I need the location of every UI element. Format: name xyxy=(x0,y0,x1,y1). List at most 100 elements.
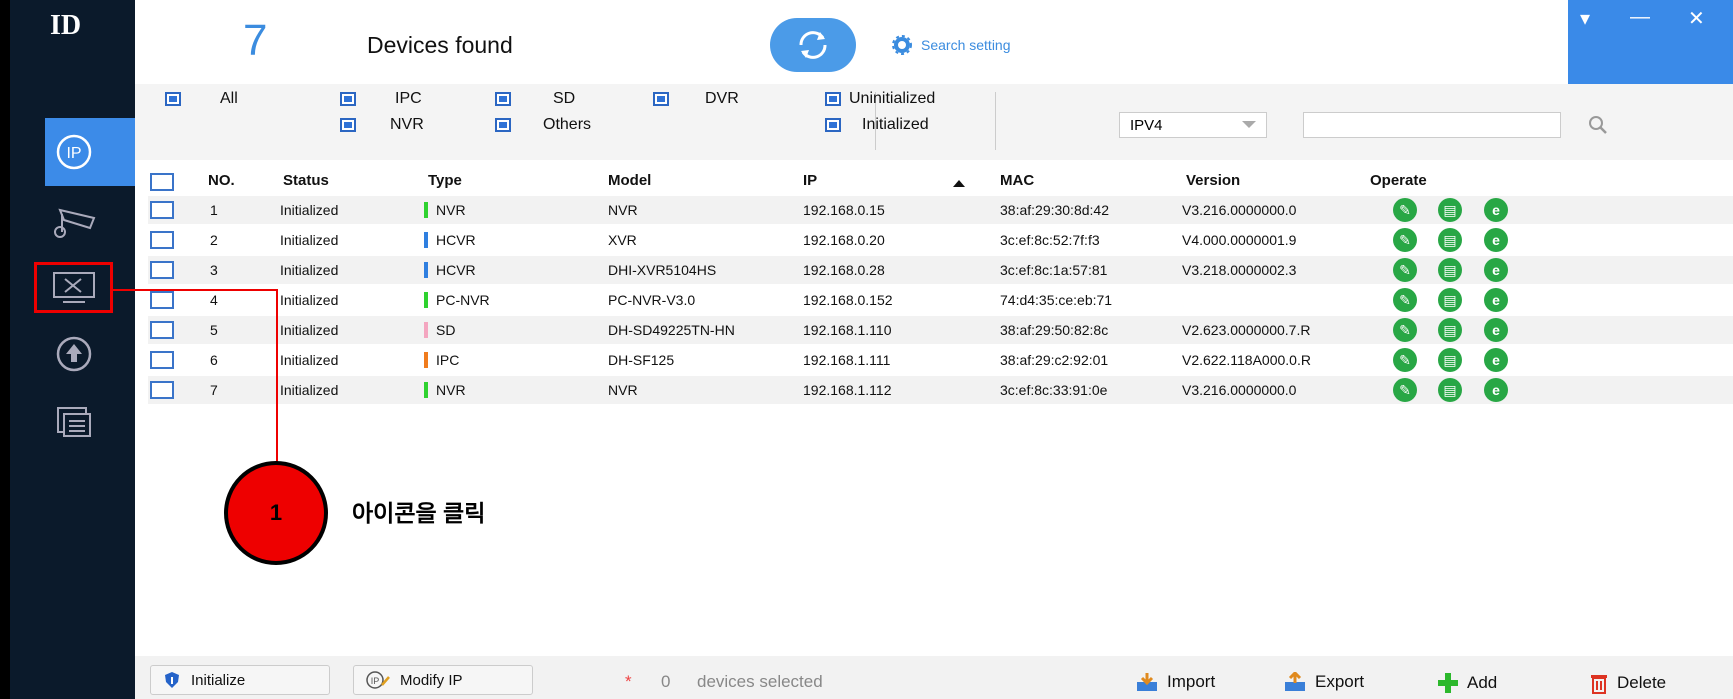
type-color-marker xyxy=(424,382,428,398)
filter-nvr-checkbox[interactable] xyxy=(340,118,356,132)
sort-ascending-icon[interactable] xyxy=(953,180,965,187)
web-browser-icon[interactable]: e xyxy=(1484,258,1508,282)
add-button[interactable]: Add xyxy=(1437,672,1497,694)
row-mac: 38:af:29:c2:92:01 xyxy=(1000,352,1109,368)
details-icon[interactable]: ▤ xyxy=(1438,198,1462,222)
table-row[interactable]: 7 Initialized NVR NVR 192.168.1.112 3c:ef:8c:… xyxy=(148,376,1733,404)
close-icon[interactable]: ✕ xyxy=(1688,6,1705,31)
row-status: Initialized xyxy=(280,352,339,368)
row-type-label: PC-NVR xyxy=(436,292,490,308)
filter-uninitialized-checkbox[interactable] xyxy=(825,92,841,106)
sidebar-item-camera-settings[interactable] xyxy=(48,200,100,244)
sidebar-item-ip[interactable]: IP xyxy=(48,130,100,174)
row-type: IPC xyxy=(424,352,459,368)
import-button[interactable]: Import xyxy=(1135,672,1215,692)
row-mac: 38:af:29:50:82:8c xyxy=(1000,322,1109,338)
col-version[interactable]: Version xyxy=(1186,172,1240,189)
web-browser-icon[interactable]: e xyxy=(1484,378,1508,402)
filter-dvr-checkbox[interactable] xyxy=(653,92,669,106)
row-checkbox[interactable] xyxy=(150,321,174,339)
search-setting-label: Search setting xyxy=(921,37,1011,53)
edit-icon[interactable]: ✎ xyxy=(1393,378,1417,402)
annotation-connector-vertical xyxy=(276,289,278,469)
search-input[interactable] xyxy=(1303,112,1561,138)
row-status: Initialized xyxy=(280,322,339,338)
delete-button[interactable]: Delete xyxy=(1589,672,1666,694)
edit-icon[interactable]: ✎ xyxy=(1393,258,1417,282)
filter-ipc-checkbox[interactable] xyxy=(340,92,356,106)
web-browser-icon[interactable]: e xyxy=(1484,288,1508,312)
trash-icon xyxy=(1591,675,1607,694)
initialize-button[interactable]: Initialize xyxy=(150,665,330,695)
edit-icon[interactable]: ✎ xyxy=(1393,198,1417,222)
annotation-step-number: 1 xyxy=(269,500,283,525)
col-model[interactable]: Model xyxy=(608,172,651,189)
sidebar-item-upgrade[interactable] xyxy=(48,332,100,376)
col-no[interactable]: NO. xyxy=(208,172,235,189)
shield-icon xyxy=(165,672,179,688)
edit-icon[interactable]: ✎ xyxy=(1393,228,1417,252)
row-type: HCVR xyxy=(424,232,476,248)
window-controls: ▾ — ✕ xyxy=(1568,0,1733,84)
table-row[interactable]: 5 Initialized SD DH-SD49225TN-HN 192.168.1.1… xyxy=(148,316,1733,344)
row-checkbox[interactable] xyxy=(150,231,174,249)
col-mac[interactable]: MAC xyxy=(1000,172,1034,189)
row-type: HCVR xyxy=(424,262,476,278)
search-setting-link[interactable]: Search setting xyxy=(891,34,1011,56)
table-row[interactable]: 4 Initialized PC-NVR PC-NVR-V3.0 192.168.0.1… xyxy=(148,286,1733,314)
filter-all-checkbox[interactable] xyxy=(165,92,181,106)
table-row[interactable]: 2 Initialized HCVR XVR 192.168.0.20 3c:ef:8c:… xyxy=(148,226,1733,254)
row-checkbox[interactable] xyxy=(150,291,174,309)
details-icon[interactable]: ▤ xyxy=(1438,258,1462,282)
modify-ip-button[interactable]: IP Modify IP xyxy=(353,665,533,695)
col-ip[interactable]: IP xyxy=(803,172,817,189)
edit-icon[interactable]: ✎ xyxy=(1393,318,1417,342)
minimize-icon[interactable]: — xyxy=(1630,6,1650,29)
row-model: XVR xyxy=(608,232,637,248)
row-checkbox[interactable] xyxy=(150,201,174,219)
type-color-marker xyxy=(424,322,428,338)
ip-version-select[interactable]: IPV4 xyxy=(1119,112,1267,138)
row-ip: 192.168.1.110 xyxy=(803,322,892,338)
select-all-checkbox[interactable] xyxy=(150,173,174,191)
row-no: 7 xyxy=(210,382,218,398)
type-color-marker xyxy=(424,262,428,278)
table-row[interactable]: 3 Initialized HCVR DHI-XVR5104HS 192.168.0.2… xyxy=(148,256,1733,284)
export-button[interactable]: Export xyxy=(1283,672,1364,692)
row-no: 6 xyxy=(210,352,218,368)
filter-bar: All IPC SD DVR NVR Others Uninitialized … xyxy=(135,84,1733,160)
export-icon xyxy=(1285,672,1305,691)
edit-icon[interactable]: ✎ xyxy=(1393,288,1417,312)
window-edge xyxy=(0,0,10,699)
table-row[interactable]: 6 Initialized IPC DH-SF125 192.168.1.111 38:a… xyxy=(148,346,1733,374)
row-checkbox[interactable] xyxy=(150,261,174,279)
filter-initialized-checkbox[interactable] xyxy=(825,118,841,132)
filter-others-checkbox[interactable] xyxy=(495,118,511,132)
table-row[interactable]: 1 Initialized NVR NVR 192.168.0.15 38:af:29:3… xyxy=(148,196,1733,224)
refresh-icon xyxy=(799,31,827,59)
filter-sd-checkbox[interactable] xyxy=(495,92,511,106)
filter-all-label: All xyxy=(220,90,238,107)
row-type-label: IPC xyxy=(436,352,460,368)
details-icon[interactable]: ▤ xyxy=(1438,318,1462,342)
col-status[interactable]: Status xyxy=(283,172,329,189)
dropdown-menu-icon[interactable]: ▾ xyxy=(1580,6,1590,31)
details-icon[interactable]: ▤ xyxy=(1438,348,1462,372)
sidebar-item-documents[interactable] xyxy=(48,400,100,444)
web-browser-icon[interactable]: e xyxy=(1484,228,1508,252)
row-checkbox[interactable] xyxy=(150,381,174,399)
details-icon[interactable]: ▤ xyxy=(1438,288,1462,312)
edit-icon[interactable]: ✎ xyxy=(1393,348,1417,372)
row-checkbox[interactable] xyxy=(150,351,174,369)
web-browser-icon[interactable]: e xyxy=(1484,348,1508,372)
details-icon[interactable]: ▤ xyxy=(1438,228,1462,252)
web-browser-icon[interactable]: e xyxy=(1484,318,1508,342)
row-status: Initialized xyxy=(280,382,339,398)
search-icon[interactable] xyxy=(1587,114,1609,136)
details-icon[interactable]: ▤ xyxy=(1438,378,1462,402)
row-version: V3.218.0000002.3 xyxy=(1182,262,1297,278)
refresh-button[interactable] xyxy=(770,18,856,72)
web-browser-icon[interactable]: e xyxy=(1484,198,1508,222)
col-type[interactable]: Type xyxy=(428,172,462,189)
annotation-step-badge: 1 xyxy=(224,461,328,565)
